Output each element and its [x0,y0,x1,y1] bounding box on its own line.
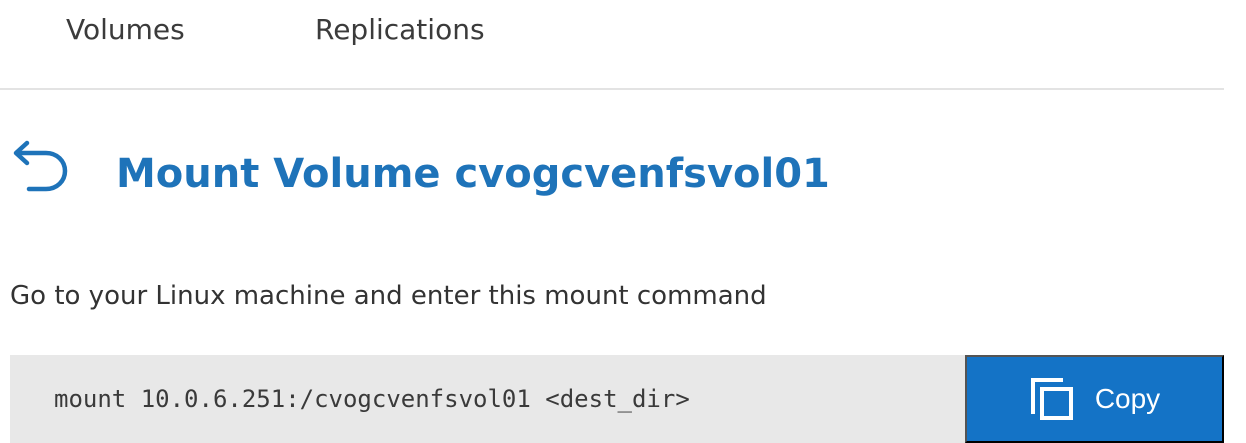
tab-volumes[interactable]: Volumes [66,10,185,50]
mount-instructions: Go to your Linux machine and enter this … [10,281,767,311]
mount-command-box: mount 10.0.6.251:/cvogcvenfsvol01 <dest_… [10,355,965,443]
copy-button[interactable]: Copy [965,355,1224,443]
page-title: Mount Volume cvogcvenfsvol01 [116,151,830,197]
undo-arrow-icon[interactable] [10,138,70,192]
copy-icon [1030,378,1073,420]
tab-replications[interactable]: Replications [315,10,485,50]
tab-bar: Volumes Replications [0,0,1224,90]
mount-volume-page: Volumes Replications Mount Volume cvogcv… [0,0,1246,443]
copy-button-label: Copy [1094,383,1161,414]
mount-command: mount 10.0.6.251:/cvogcvenfsvol01 <dest_… [54,385,690,413]
